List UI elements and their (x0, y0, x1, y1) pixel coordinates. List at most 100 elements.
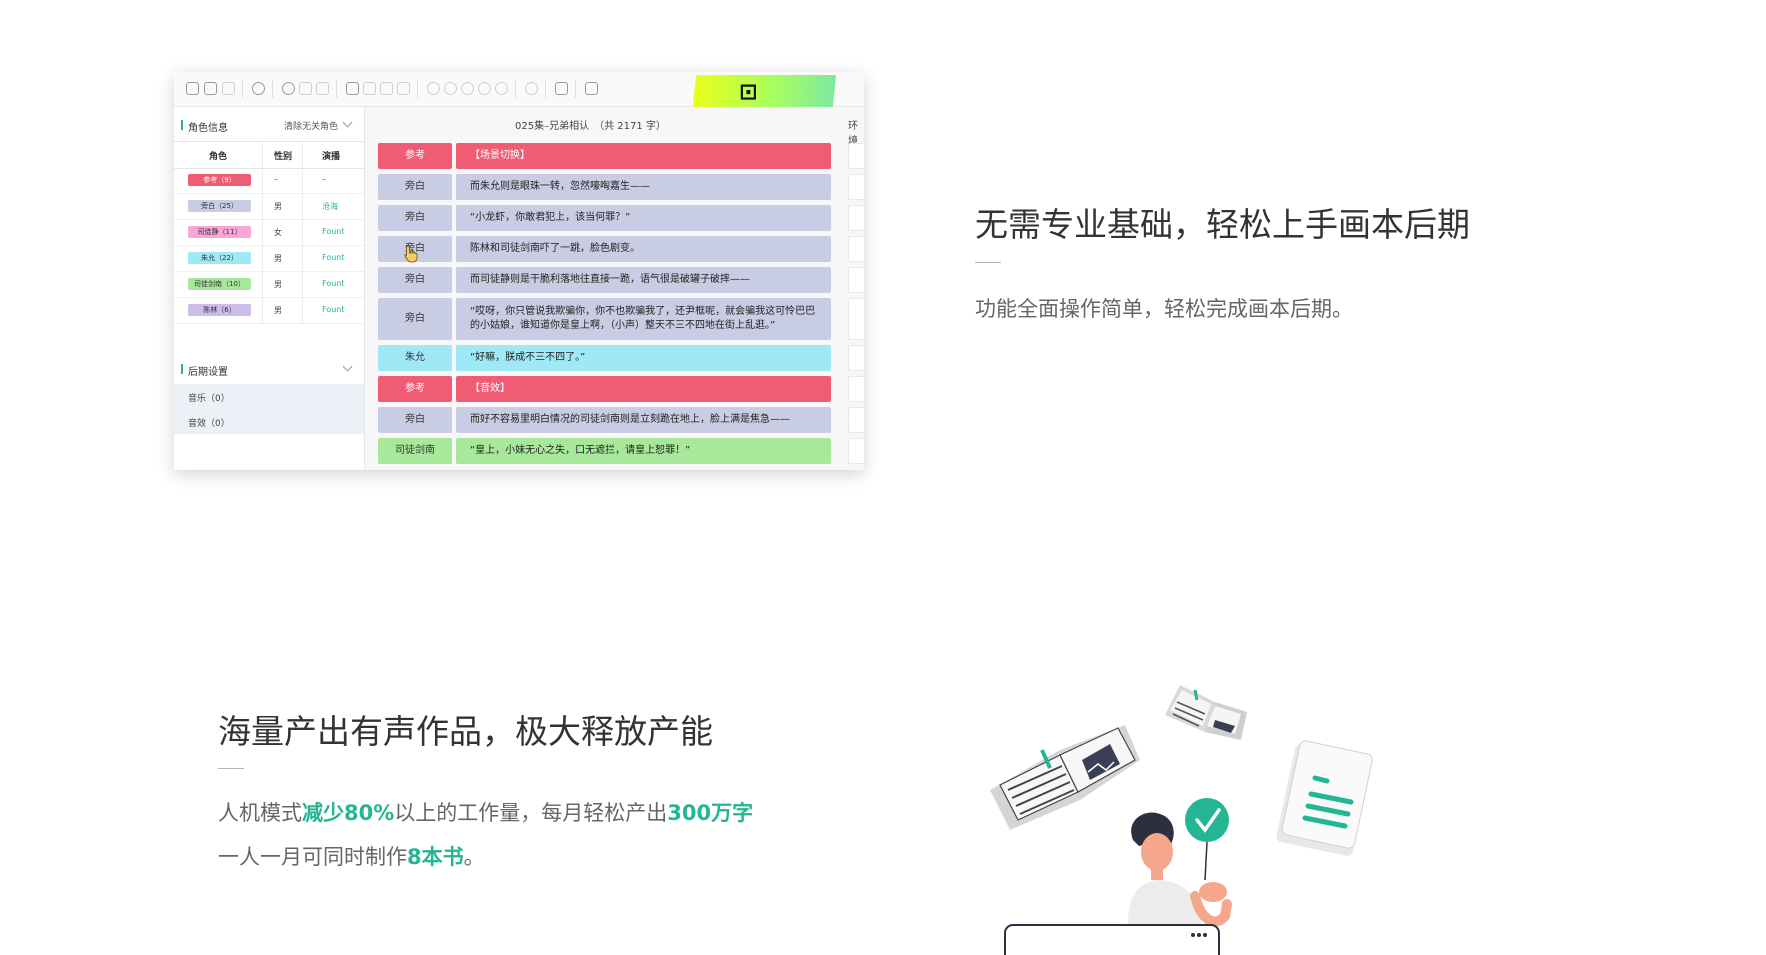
role-gender: 男 (274, 306, 282, 315)
role-tag[interactable]: 司徒静（11） (188, 226, 251, 238)
phone-icon[interactable] (461, 82, 474, 95)
open-book-icon (990, 725, 1140, 830)
script-line-text[interactable]: 【音效】 (456, 376, 831, 402)
role-narrator[interactable]: Fount (322, 253, 345, 262)
smile-icon[interactable] (525, 82, 538, 95)
post-settings-header: 后期设置 (181, 363, 228, 378)
info-icon[interactable] (397, 82, 410, 95)
emoji-icon[interactable] (427, 82, 440, 95)
script-role-label[interactable]: 旁白 (378, 267, 452, 293)
chevron-down-icon[interactable] (342, 117, 353, 128)
script-line-text[interactable]: 陈林和司徒剑南吓了一跳，脸色剧变。 (456, 236, 831, 262)
post-item-music[interactable]: 音乐（0） (174, 384, 364, 410)
document-icon (1276, 740, 1373, 856)
user-icon[interactable] (252, 82, 265, 95)
role-row[interactable]: 司徒静（11） 女 Fount (174, 220, 364, 246)
role-narrator[interactable]: Fount (322, 227, 345, 236)
pin-icon[interactable] (478, 82, 491, 95)
role-table-header: 角色 性别 演播 (174, 141, 364, 169)
script-role-label[interactable]: 旁白 (378, 298, 452, 340)
robot-icon[interactable] (495, 82, 508, 95)
col-role: 角色 (209, 152, 228, 162)
waveform-icon[interactable] (380, 82, 393, 95)
script-line-text[interactable]: 而好不容易里明白情况的司徒剑南则是立刻跪在地上，脸上满是焦急—— (456, 407, 831, 433)
script-editor: 025集–兄弟相认 （共 2171 字） 环境 参考 【场景切换】 旁白 而朱允则是眼… (365, 107, 864, 470)
role-row[interactable]: 旁白（25） 男 沧海 (174, 194, 364, 220)
role-row[interactable]: 参考（9） – – (174, 168, 364, 194)
role-info-header: 角色信息 (181, 119, 228, 134)
section2-divider (218, 768, 244, 769)
role-gender: 男 (274, 280, 282, 289)
palette-icon[interactable] (282, 82, 295, 95)
script-line-text[interactable]: 【场景切换】 (456, 143, 831, 169)
lock-icon[interactable] (346, 82, 359, 95)
chevron-down-icon[interactable] (342, 361, 353, 372)
role-gender: 女 (274, 228, 282, 237)
section2-line2: 一人一月可同时制作8本书。 (218, 845, 485, 869)
script-role-label[interactable]: 司徒剑南 (378, 438, 452, 464)
episode-title: 025集–兄弟相认 （共 2171 字） (515, 121, 666, 132)
environment-cell[interactable] (848, 267, 864, 293)
section1-heading: 无需专业基础，轻松上手画本后期 (975, 205, 1470, 244)
role-row[interactable]: 朱允（22） 男 Fount (174, 246, 364, 272)
role-tag[interactable]: 陈林（6） (188, 304, 251, 316)
section1-divider (975, 262, 1001, 263)
delete-row-icon[interactable] (222, 82, 235, 95)
script-role-label[interactable]: 参考 (378, 376, 452, 402)
script-role-label[interactable]: 旁白 (378, 205, 452, 231)
app-screenshot: ⊡ 角色信息 清除无关角色 角色 性别 演播 参考（9） – – 旁白（25） 男 沧海司… (174, 72, 864, 470)
music-icon[interactable] (363, 82, 376, 95)
speaker-icon[interactable] (316, 82, 329, 95)
environment-cell[interactable] (848, 174, 864, 200)
environment-cell[interactable] (848, 236, 864, 262)
hand-cursor-icon (404, 245, 418, 263)
script-line-text[interactable]: “好嘛，朕成不三不四了。” (456, 345, 831, 371)
role-tag[interactable]: 旁白（25） (188, 200, 251, 212)
script-line-text[interactable]: 而朱允则是眼珠一转，忽然嚎啕嘉生—— (456, 174, 831, 200)
role-tag[interactable]: 朱允（22） (188, 252, 251, 264)
role-narrator[interactable]: 沧海 (322, 201, 338, 212)
document-icon[interactable] (585, 82, 598, 95)
section2-line1: 人机模式减少80%以上的工作量，每月轻松产出300万字 (218, 801, 754, 825)
insert-icon[interactable] (204, 82, 217, 95)
role-tag[interactable]: 司徒剑南（10） (188, 278, 251, 290)
role-row[interactable]: 陈林（6） 男 Fount (174, 298, 364, 324)
script-line-text[interactable]: 而司徒静则是干脆利落地往直接一跪，语气很是破罐子破摔—— (456, 267, 831, 293)
environment-cell[interactable] (848, 376, 864, 402)
role-narrator[interactable]: Fount (322, 279, 345, 288)
script-role-label[interactable]: 旁白 (378, 174, 452, 200)
script-role-label[interactable]: 朱允 (378, 345, 452, 371)
environment-cell[interactable] (848, 438, 864, 464)
reading-illustration (990, 685, 1373, 955)
environment-cell[interactable] (848, 143, 864, 169)
post-item-sfx[interactable]: 音效（0） (174, 409, 364, 435)
music-note-icon[interactable] (299, 82, 312, 95)
script-line-text[interactable]: “皇上，小妹无心之失，口无遮拦，请皇上恕罪！” (456, 438, 831, 464)
laptop-icon (1004, 924, 1220, 955)
role-gender: 男 (274, 202, 282, 211)
section2-heading: 海量产出有声作品，极大释放产能 (218, 712, 713, 751)
col-gender: 性别 (274, 152, 293, 162)
role-gender: 男 (274, 254, 282, 263)
role-tag[interactable]: 参考（9） (188, 174, 251, 186)
add-row-icon[interactable] (186, 82, 199, 95)
script-line-text[interactable]: “哎呀，你只管说我欺骗你，你不也欺骗我了，还尹框呢，就会骗我这可怜巴巴的小姑娘，… (456, 298, 831, 340)
col-narrator: 演播 (322, 152, 341, 162)
panel-icon[interactable] (555, 82, 568, 95)
script-role-label[interactable]: 参考 (378, 143, 452, 169)
role-panel: 角色信息 清除无关角色 角色 性别 演播 参考（9） – – 旁白（25） 男 沧海 司徒静… (174, 107, 365, 470)
highlight-reduction: 减少80% (302, 801, 395, 825)
script-line-text[interactable]: “小龙虾，你敢君犯上，该当何罪？” (456, 205, 831, 231)
environment-cell[interactable] (848, 407, 864, 433)
environment-cell[interactable] (848, 298, 864, 340)
mood-icon[interactable] (444, 82, 457, 95)
script-role-label[interactable]: 旁白 (378, 407, 452, 433)
environment-cell[interactable] (848, 345, 864, 371)
small-book-icon (1165, 685, 1247, 740)
environment-cell[interactable] (848, 205, 864, 231)
role-narrator[interactable]: Fount (322, 305, 345, 314)
clear-unused-roles-button[interactable]: 清除无关角色 (284, 119, 338, 132)
section1-description: 功能全面操作简单，轻松完成画本后期。 (975, 297, 1353, 321)
role-row[interactable]: 司徒剑南（10） 男 Fount (174, 272, 364, 298)
role-narrator[interactable]: – (322, 175, 326, 184)
